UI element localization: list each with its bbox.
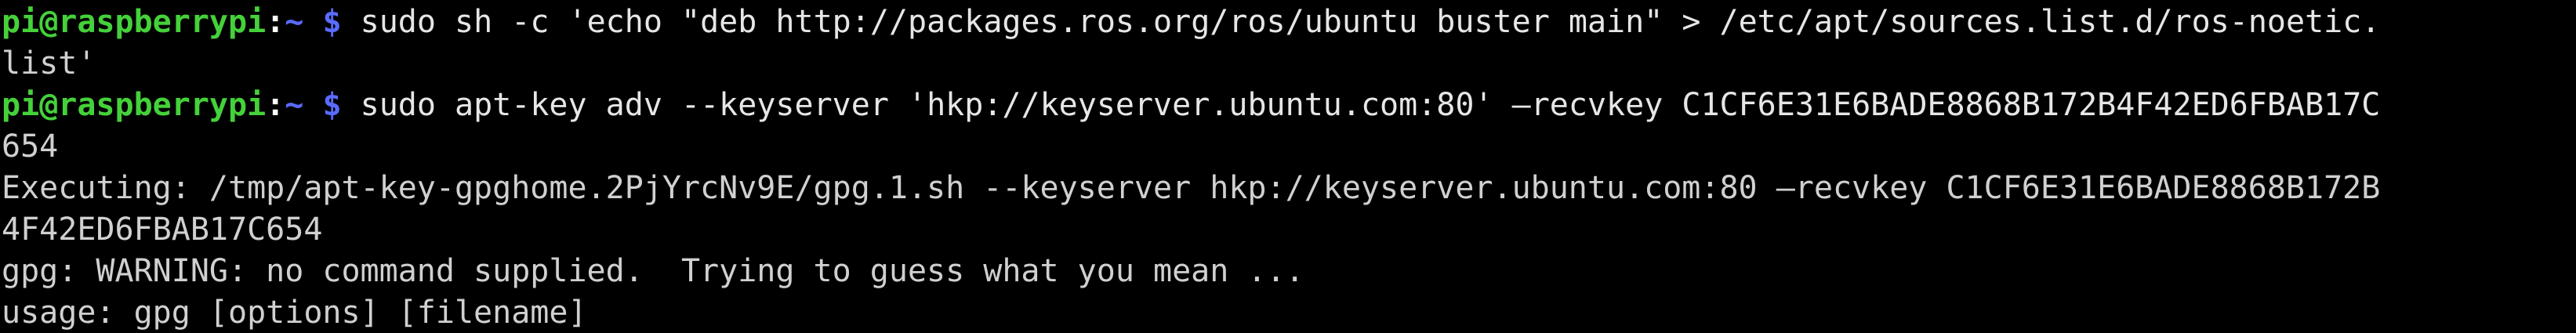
prompt-path: ~ [285, 87, 304, 123]
terminal-window[interactable]: pi@raspberrypi:~ $ sudo sh -c 'echo "deb… [0, 0, 2576, 333]
terminal-line-1: pi@raspberrypi:~ $ sudo sh -c 'echo "deb… [2, 2, 2380, 43]
terminal-line-8: usage: gpg [options] [filename] [2, 295, 587, 331]
prompt-user-host: pi@raspberrypi [2, 4, 267, 40]
terminal-line-4: 654 [2, 128, 59, 165]
command-text: sudo sh -c 'echo "deb http://packages.ro… [341, 4, 2381, 40]
terminal-line-6: 4F42ED6FBAB17C654 [2, 212, 323, 248]
terminal-line-2: list' [2, 45, 96, 81]
prompt-separator: : [266, 4, 285, 40]
terminal-line-5: Executing: /tmp/apt-key-gpghome.2PjYrcNv… [2, 170, 2381, 206]
prompt-symbol: $ [322, 4, 342, 40]
prompt-path: ~ [285, 4, 304, 40]
terminal-line-3: pi@raspberrypi:~ $ sudo apt-key adv --ke… [2, 85, 2380, 126]
terminal-line-7: gpg: WARNING: no command supplied. Tryin… [2, 253, 1304, 289]
prompt-separator: : [266, 87, 285, 123]
prompt-user-host: pi@raspberrypi [2, 87, 267, 123]
command-text: sudo apt-key adv --keyserver 'hkp://keys… [341, 87, 2381, 123]
prompt-symbol: $ [322, 87, 342, 123]
